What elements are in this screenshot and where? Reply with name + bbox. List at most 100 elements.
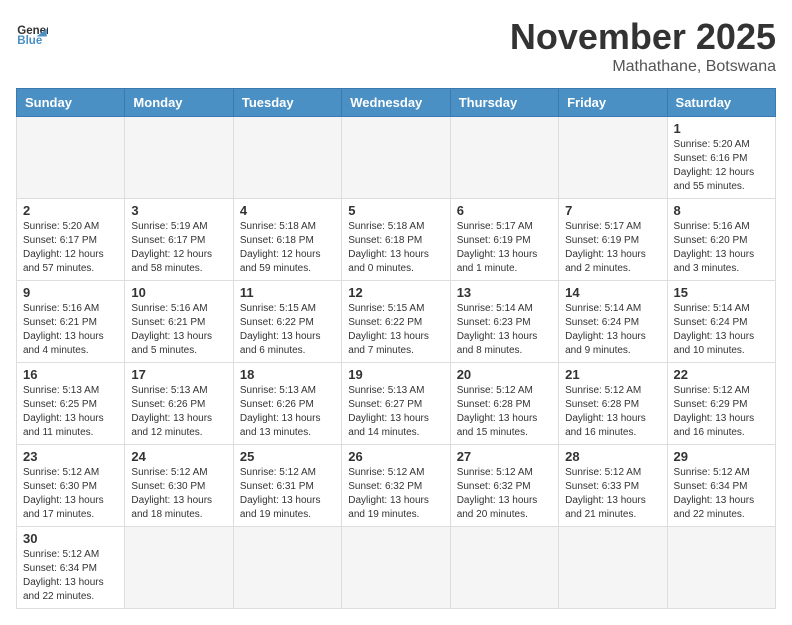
day-info: Sunrise: 5:13 AMSunset: 6:27 PMDaylight:… (348, 384, 443, 440)
day-info: Sunrise: 5:15 AMSunset: 6:22 PMDaylight:… (348, 302, 443, 358)
day-info: Sunrise: 5:12 AMSunset: 6:34 PMDaylight:… (23, 548, 118, 604)
calendar-cell: 18 Sunrise: 5:13 AMSunset: 6:26 PMDayligh… (233, 363, 341, 445)
calendar-cell: 21Sunrise: 5:12 AMSunset: 6:28 PMDayligh… (559, 363, 667, 445)
calendar-cell: 17 Sunrise: 5:13 AMSunset: 6:26 PMDayligh… (125, 363, 233, 445)
day-number: 3 (131, 203, 226, 218)
day-header-sunday: Sunday (17, 89, 125, 117)
day-number: 23 (23, 449, 118, 464)
calendar-cell: 24 Sunrise: 5:12 AMSunset: 6:30 PMDayligh… (125, 445, 233, 527)
day-number: 16 (23, 367, 118, 382)
calendar-cell: 4 Sunrise: 5:18 AMSunset: 6:18 PMDaylight… (233, 199, 341, 281)
calendar-cell: 10 Sunrise: 5:16 AMSunset: 6:21 PMDayligh… (125, 281, 233, 363)
day-info: Sunrise: 5:17 AMSunset: 6:19 PMDaylight:… (565, 220, 660, 276)
logo: General Blue (16, 16, 48, 48)
day-info: Sunrise: 5:16 AMSunset: 6:21 PMDaylight:… (23, 302, 118, 358)
week-row-1: 2Sunrise: 5:20 AMSunset: 6:17 PMDaylight… (17, 199, 776, 281)
calendar-cell (559, 527, 667, 609)
day-number: 25 (240, 449, 335, 464)
calendar-cell: 5Sunrise: 5:18 AMSunset: 6:18 PMDaylight… (342, 199, 450, 281)
day-number: 4 (240, 203, 335, 218)
calendar-cell: 1 Sunrise: 5:20 AMSunset: 6:16 PMDaylight… (667, 117, 775, 199)
day-number: 11 (240, 285, 335, 300)
calendar-cell: 16 Sunrise: 5:13 AMSunset: 6:25 PMDayligh… (17, 363, 125, 445)
calendar-cell: 2Sunrise: 5:20 AMSunset: 6:17 PMDaylight… (17, 199, 125, 281)
day-info: Sunrise: 5:12 AMSunset: 6:31 PMDaylight:… (240, 466, 335, 522)
calendar-cell (125, 527, 233, 609)
day-info: Sunrise: 5:12 AMSunset: 6:32 PMDaylight:… (457, 466, 552, 522)
calendar-cell: 6 Sunrise: 5:17 AMSunset: 6:19 PMDaylight… (450, 199, 558, 281)
day-info: Sunrise: 5:13 AMSunset: 6:26 PMDaylight:… (131, 384, 226, 440)
calendar-header-row: SundayMondayTuesdayWednesdayThursdayFrid… (17, 89, 776, 117)
day-header-saturday: Saturday (667, 89, 775, 117)
day-info: Sunrise: 5:17 AMSunset: 6:19 PMDaylight:… (457, 220, 552, 276)
logo-icon: General Blue (16, 16, 48, 48)
title-section: November 2025 Mathathane, Botswana (510, 16, 776, 76)
calendar-cell: 12 Sunrise: 5:15 AMSunset: 6:22 PMDayligh… (342, 281, 450, 363)
day-number: 18 (240, 367, 335, 382)
day-header-tuesday: Tuesday (233, 89, 341, 117)
week-row-2: 9Sunrise: 5:16 AMSunset: 6:21 PMDaylight… (17, 281, 776, 363)
day-number: 24 (131, 449, 226, 464)
day-header-friday: Friday (559, 89, 667, 117)
week-row-3: 16 Sunrise: 5:13 AMSunset: 6:25 PMDayligh… (17, 363, 776, 445)
calendar-cell: 25 Sunrise: 5:12 AMSunset: 6:31 PMDayligh… (233, 445, 341, 527)
day-number: 10 (131, 285, 226, 300)
day-info: Sunrise: 5:18 AMSunset: 6:18 PMDaylight:… (240, 220, 335, 276)
day-info: Sunrise: 5:16 AMSunset: 6:21 PMDaylight:… (131, 302, 226, 358)
calendar-cell (17, 117, 125, 199)
day-info: Sunrise: 5:12 AMSunset: 6:29 PMDaylight:… (674, 384, 769, 440)
day-number: 29 (674, 449, 769, 464)
day-info: Sunrise: 5:12 AMSunset: 6:30 PMDaylight:… (23, 466, 118, 522)
day-number: 14 (565, 285, 660, 300)
day-info: Sunrise: 5:19 AMSunset: 6:17 PMDaylight:… (131, 220, 226, 276)
calendar-cell: 22 Sunrise: 5:12 AMSunset: 6:29 PMDayligh… (667, 363, 775, 445)
day-info: Sunrise: 5:14 AMSunset: 6:24 PMDaylight:… (674, 302, 769, 358)
day-number: 1 (674, 121, 769, 136)
calendar-cell: 9Sunrise: 5:16 AMSunset: 6:21 PMDaylight… (17, 281, 125, 363)
week-row-0: 1 Sunrise: 5:20 AMSunset: 6:16 PMDaylight… (17, 117, 776, 199)
day-number: 6 (457, 203, 552, 218)
day-number: 12 (348, 285, 443, 300)
day-number: 7 (565, 203, 660, 218)
week-row-5: 30 Sunrise: 5:12 AMSunset: 6:34 PMDayligh… (17, 527, 776, 609)
day-number: 15 (674, 285, 769, 300)
calendar-cell: 19 Sunrise: 5:13 AMSunset: 6:27 PMDayligh… (342, 363, 450, 445)
calendar-cell: 26Sunrise: 5:12 AMSunset: 6:32 PMDayligh… (342, 445, 450, 527)
calendar-cell: 29Sunrise: 5:12 AMSunset: 6:34 PMDayligh… (667, 445, 775, 527)
calendar-cell (233, 117, 341, 199)
day-info: Sunrise: 5:13 AMSunset: 6:26 PMDaylight:… (240, 384, 335, 440)
day-number: 22 (674, 367, 769, 382)
calendar: SundayMondayTuesdayWednesdayThursdayFrid… (16, 88, 776, 609)
calendar-cell (233, 527, 341, 609)
calendar-cell: 11Sunrise: 5:15 AMSunset: 6:22 PMDayligh… (233, 281, 341, 363)
day-number: 20 (457, 367, 552, 382)
day-header-thursday: Thursday (450, 89, 558, 117)
calendar-cell: 13Sunrise: 5:14 AMSunset: 6:23 PMDayligh… (450, 281, 558, 363)
calendar-cell (559, 117, 667, 199)
week-row-4: 23 Sunrise: 5:12 AMSunset: 6:30 PMDayligh… (17, 445, 776, 527)
day-info: Sunrise: 5:20 AMSunset: 6:16 PMDaylight:… (674, 138, 769, 194)
svg-text:Blue: Blue (17, 35, 43, 47)
calendar-cell: 7 Sunrise: 5:17 AMSunset: 6:19 PMDaylight… (559, 199, 667, 281)
day-number: 19 (348, 367, 443, 382)
day-info: Sunrise: 5:13 AMSunset: 6:25 PMDaylight:… (23, 384, 118, 440)
calendar-cell (342, 527, 450, 609)
day-info: Sunrise: 5:14 AMSunset: 6:24 PMDaylight:… (565, 302, 660, 358)
day-info: Sunrise: 5:12 AMSunset: 6:30 PMDaylight:… (131, 466, 226, 522)
day-info: Sunrise: 5:20 AMSunset: 6:17 PMDaylight:… (23, 220, 118, 276)
day-number: 5 (348, 203, 443, 218)
calendar-cell: 27Sunrise: 5:12 AMSunset: 6:32 PMDayligh… (450, 445, 558, 527)
calendar-cell: 28Sunrise: 5:12 AMSunset: 6:33 PMDayligh… (559, 445, 667, 527)
day-header-wednesday: Wednesday (342, 89, 450, 117)
calendar-cell: 15 Sunrise: 5:14 AMSunset: 6:24 PMDayligh… (667, 281, 775, 363)
calendar-cell: 8Sunrise: 5:16 AMSunset: 6:20 PMDaylight… (667, 199, 775, 281)
calendar-cell (342, 117, 450, 199)
day-number: 28 (565, 449, 660, 464)
month-title: November 2025 (510, 16, 776, 58)
calendar-cell: 20Sunrise: 5:12 AMSunset: 6:28 PMDayligh… (450, 363, 558, 445)
day-number: 17 (131, 367, 226, 382)
calendar-cell (125, 117, 233, 199)
calendar-cell: 3 Sunrise: 5:19 AMSunset: 6:17 PMDaylight… (125, 199, 233, 281)
day-number: 30 (23, 531, 118, 546)
location-title: Mathathane, Botswana (510, 58, 776, 76)
